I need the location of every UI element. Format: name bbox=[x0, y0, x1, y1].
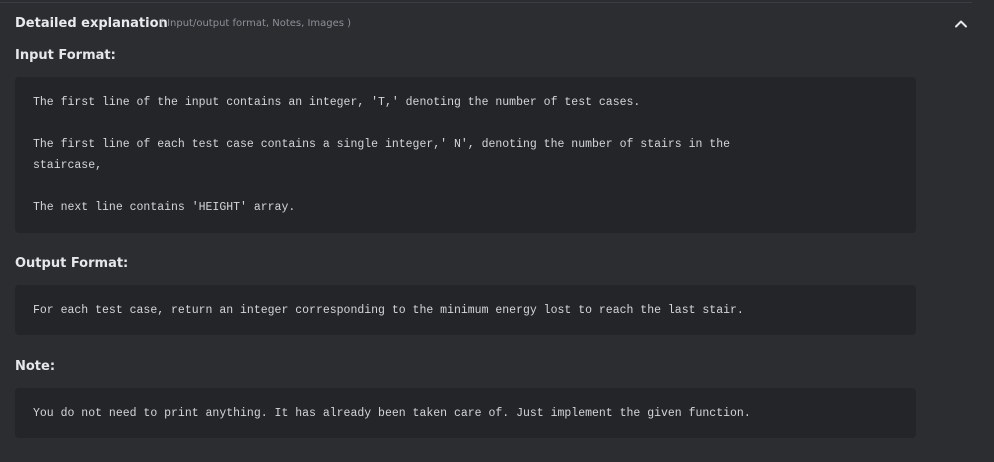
section-subtitle: ( Input/output format, Notes, Images ) bbox=[160, 18, 352, 29]
note-box: You do not need to print anything. It ha… bbox=[15, 388, 916, 438]
input-format-line: The first line of each test case contain… bbox=[33, 138, 731, 151]
input-format-line: The first line of the input contains an … bbox=[33, 96, 641, 109]
input-format-box: The first line of the input contains an … bbox=[15, 77, 916, 233]
note-heading: Note: bbox=[15, 359, 56, 374]
detailed-explanation-header[interactable]: Detailed explanation ( Input/output form… bbox=[15, 16, 975, 34]
chevron-up-icon[interactable] bbox=[953, 16, 969, 32]
note-line: You do not need to print anything. It ha… bbox=[33, 407, 751, 420]
output-format-box: For each test case, return an integer co… bbox=[15, 285, 916, 335]
input-format-line: staircase, bbox=[33, 159, 103, 172]
output-format-line: For each test case, return an integer co… bbox=[33, 304, 744, 317]
input-format-heading: Input Format: bbox=[15, 48, 116, 63]
section-title: Detailed explanation bbox=[15, 16, 168, 31]
top-divider bbox=[0, 2, 972, 3]
output-format-heading: Output Format: bbox=[15, 256, 129, 271]
input-format-line: The next line contains 'HEIGHT' array. bbox=[33, 201, 296, 214]
